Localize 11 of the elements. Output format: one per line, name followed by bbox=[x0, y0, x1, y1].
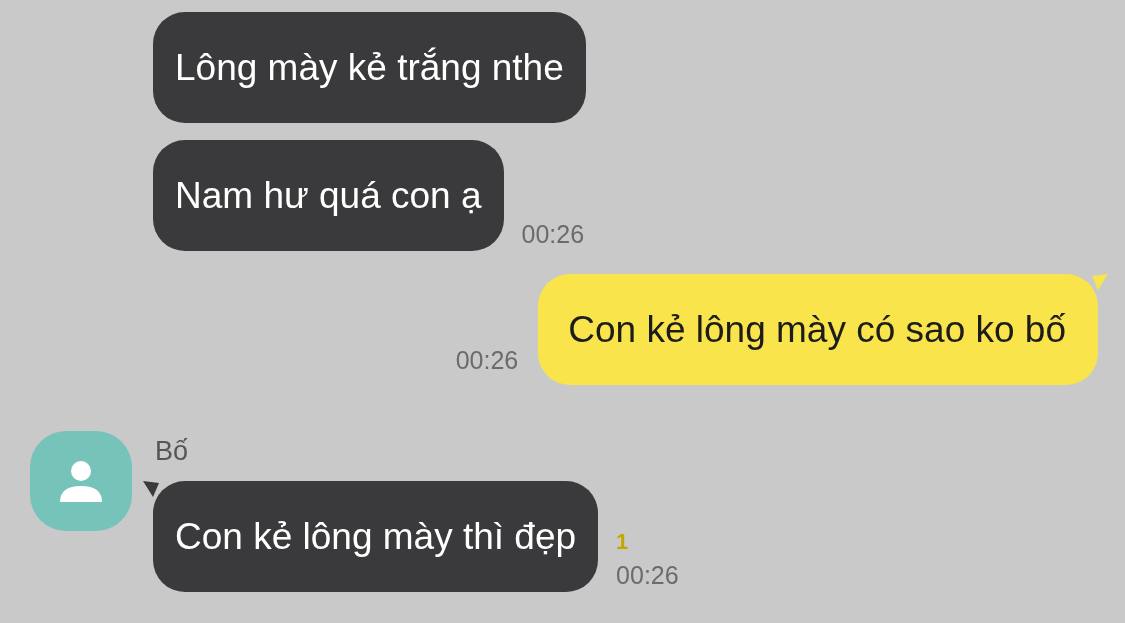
timestamp: 00:26 bbox=[616, 562, 679, 588]
timestamp: 00:26 bbox=[455, 348, 519, 373]
message-bubble: Con kẻ lông mày có sao ko bố bbox=[538, 274, 1098, 385]
sender-name: Bố bbox=[155, 437, 190, 467]
message-bubble: Con kẻ lông mày thì đẹp bbox=[153, 480, 599, 592]
timestamp: 00:26 bbox=[521, 222, 585, 247]
person-icon bbox=[58, 458, 104, 504]
message-bubble: Nam hư quá con ạ bbox=[153, 140, 504, 251]
unread-count: 1 bbox=[616, 530, 629, 553]
message-bubble: Lông mày kẻ trắng nthe bbox=[153, 12, 586, 123]
avatar[interactable] bbox=[30, 431, 132, 531]
